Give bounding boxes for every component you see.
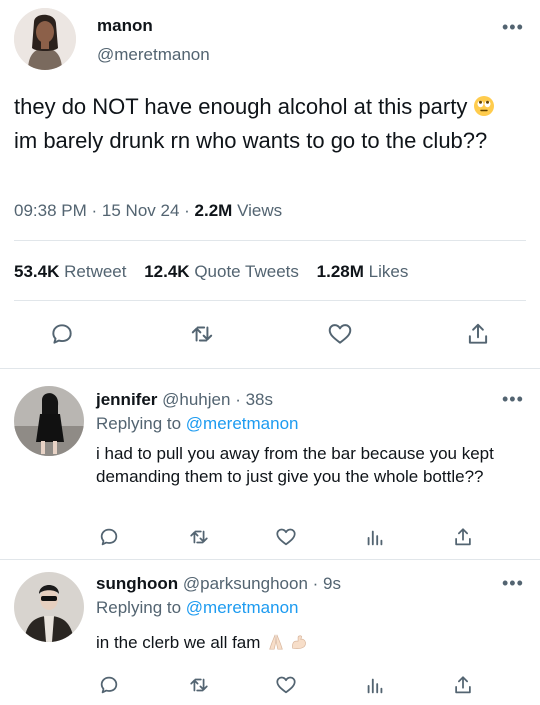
retweet-button[interactable] <box>186 672 212 698</box>
analytics-icon <box>367 678 383 694</box>
like-button[interactable] <box>273 524 299 550</box>
tweet-text: they do NOT have enough alcohol at this … <box>14 90 529 158</box>
replying-to-label: Replying to <box>96 414 182 433</box>
reply-time[interactable]: 9s <box>323 574 341 593</box>
reply-text-content: in the clerb we all fam <box>96 633 261 652</box>
analytics-button[interactable] <box>362 672 388 698</box>
tweet-text-part2: im barely drunk rn who wants to go to th… <box>14 128 488 153</box>
reply-tweet: sunghoon @parksunghoon · 9s ••• Replying… <box>0 560 540 705</box>
likes-count: 1.28M <box>316 262 364 281</box>
tweet-time[interactable]: 09:38 PM <box>14 201 87 220</box>
tweet-meta: 09:38 PM · 15 Nov 24 · 2.2M Views <box>14 201 282 221</box>
retweet-icon <box>190 678 208 692</box>
likes-label: Likes <box>368 262 409 281</box>
more-options-icon[interactable]: ••• <box>502 390 524 408</box>
avatar[interactable] <box>14 572 84 642</box>
tweet-stats: 53.4K Retweet 12.4K Quote Tweets 1.28M L… <box>14 262 408 282</box>
replying-to: Replying to @meretmanon <box>96 598 299 618</box>
reply-time[interactable]: 38s <box>246 390 273 409</box>
divider <box>14 240 526 241</box>
retweets-count: 53.4K <box>14 262 60 281</box>
flexed-biceps-emoji-icon <box>292 635 306 649</box>
handle[interactable]: @huhjen <box>162 390 230 409</box>
replying-to-label: Replying to <box>96 598 182 617</box>
retweet-button[interactable] <box>186 318 218 350</box>
quotes-label: Quote Tweets <box>194 262 299 281</box>
tweet-date[interactable]: 15 Nov 24 <box>102 201 180 220</box>
reply-text: i had to pull you away from the bar beca… <box>96 444 494 486</box>
handle[interactable]: @parksunghoon <box>183 574 308 593</box>
more-options-icon[interactable]: ••• <box>502 18 524 36</box>
folded-hands-emoji-icon <box>269 634 283 650</box>
quotes-count: 12.4K <box>144 262 190 281</box>
reply-button[interactable] <box>96 524 122 550</box>
separator: · <box>184 201 190 220</box>
tweet-text-part1: they do NOT have enough alcohol at this … <box>14 94 468 119</box>
reply-header: jennifer @huhjen · 38s <box>96 390 273 410</box>
share-icon <box>455 528 471 546</box>
share-button[interactable] <box>462 318 494 350</box>
views-label: Views <box>237 201 283 220</box>
separator: · <box>91 201 98 220</box>
reply-button[interactable] <box>96 672 122 698</box>
likes-stat[interactable]: 1.28M Likes <box>317 262 409 281</box>
like-button[interactable] <box>273 672 299 698</box>
retweet-icon <box>190 530 208 544</box>
reply-icon <box>100 528 118 546</box>
retweets-stat[interactable]: 53.4K Retweet <box>14 262 126 281</box>
display-name[interactable]: sunghoon <box>96 574 178 593</box>
retweets-label: Retweet <box>64 262 127 281</box>
like-button[interactable] <box>323 318 357 350</box>
display-name[interactable]: jennifer <box>96 390 157 409</box>
handle[interactable]: @meretmanon <box>97 45 210 65</box>
rolling-eyes-emoji-icon <box>474 96 495 116</box>
heart-icon <box>328 324 352 344</box>
avatar[interactable] <box>14 386 84 456</box>
retweet-button[interactable] <box>186 524 212 550</box>
heart-icon <box>276 528 296 546</box>
replying-to-link[interactable]: @meretmanon <box>186 598 299 617</box>
reply-text: in the clerb we all fam <box>96 631 526 654</box>
more-options-icon[interactable]: ••• <box>502 574 524 592</box>
heart-icon <box>276 676 296 694</box>
replying-to-link[interactable]: @meretmanon <box>186 414 299 433</box>
separator: · <box>312 574 319 593</box>
replying-to: Replying to @meretmanon <box>96 414 299 434</box>
share-button[interactable] <box>450 672 476 698</box>
retweet-icon <box>191 326 213 342</box>
analytics-button[interactable] <box>362 524 388 550</box>
reply-tweet: jennifer @huhjen · 38s ••• Replying to @… <box>0 369 540 559</box>
reply-icon <box>52 324 72 344</box>
analytics-icon <box>367 530 383 546</box>
display-name[interactable]: manon <box>97 16 153 36</box>
divider <box>14 300 526 301</box>
reply-header: sunghoon @parksunghoon · 9s <box>96 574 341 594</box>
views-count: 2.2M <box>194 201 233 220</box>
separator: · <box>235 390 241 409</box>
share-icon <box>455 676 471 694</box>
quotes-stat[interactable]: 12.4K Quote Tweets <box>144 262 299 281</box>
share-button[interactable] <box>450 524 476 550</box>
share-icon <box>468 323 488 344</box>
avatar[interactable] <box>14 8 76 70</box>
reply-icon <box>100 676 118 694</box>
reply-button[interactable] <box>46 318 78 350</box>
